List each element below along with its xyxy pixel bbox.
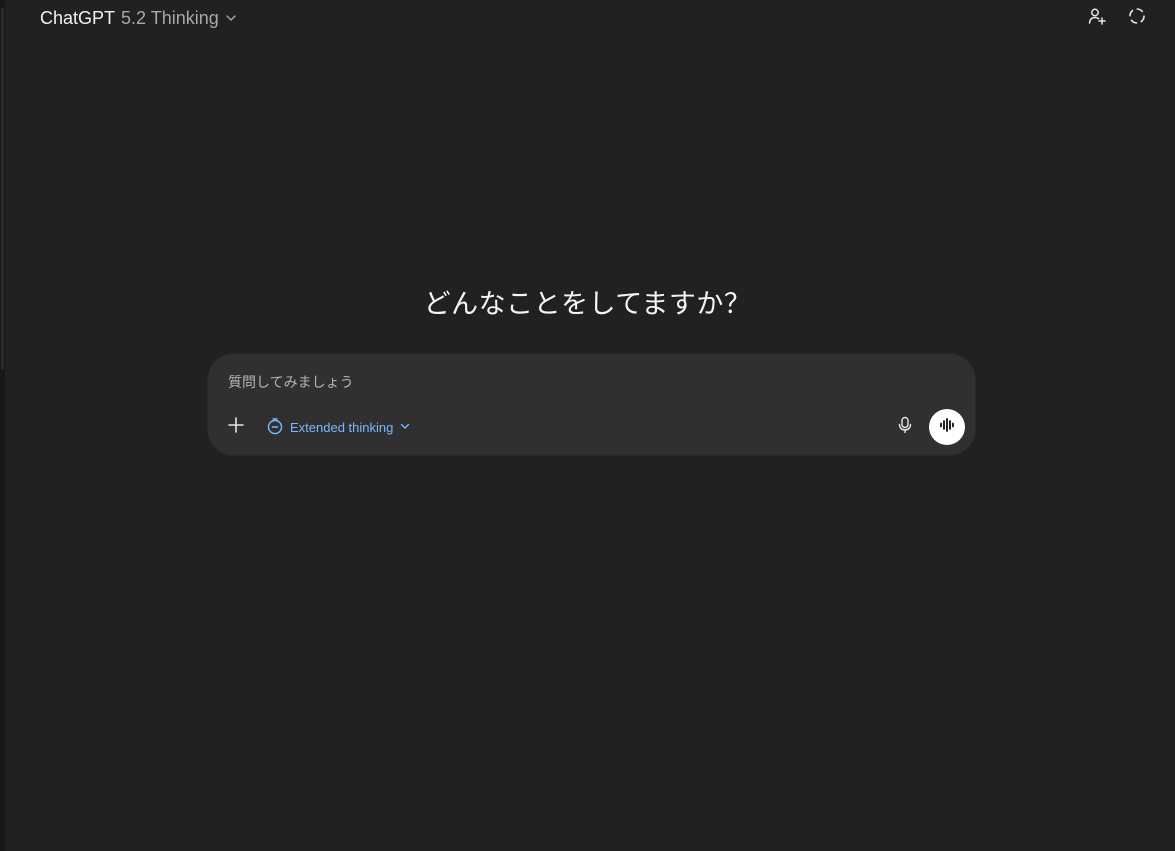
- voice-mode-button[interactable]: [929, 409, 965, 445]
- plus-icon: [227, 416, 245, 439]
- temporary-chat-button[interactable]: [1123, 4, 1151, 32]
- extended-thinking-label: Extended thinking: [290, 419, 394, 435]
- temporary-chat-icon: [1127, 6, 1147, 31]
- model-switcher-button[interactable]: ChatGPT 5.2 Thinking: [34, 4, 243, 32]
- brand-label: ChatGPT: [40, 7, 116, 28]
- add-people-icon: [1087, 6, 1107, 31]
- composer: Extended thinking: [208, 354, 975, 455]
- chevron-down-icon: [225, 12, 237, 24]
- dictate-button[interactable]: [889, 411, 921, 443]
- voice-waveform-icon: [938, 416, 956, 439]
- extended-thinking-selector[interactable]: Extended thinking: [262, 412, 415, 442]
- top-header: ChatGPT 5.2 Thinking: [0, 0, 1175, 36]
- model-label: 5.2 Thinking: [121, 7, 219, 28]
- microphone-icon: [896, 416, 914, 439]
- add-attachment-button[interactable]: [220, 411, 252, 443]
- add-people-button[interactable]: [1083, 4, 1111, 32]
- chevron-down-icon: [399, 420, 411, 435]
- stopwatch-icon: [266, 417, 284, 438]
- greeting-heading: どんなことをしてますか？: [423, 289, 752, 319]
- prompt-input[interactable]: [228, 368, 928, 396]
- chatgpt-app: ChatGPT 5.2 Thinking どんなことをしてますか？ 質問してみま…: [0, 0, 1175, 851]
- composer-toolbar: Extended thinking: [220, 409, 965, 445]
- sidebar-edge: [0, 0, 5, 851]
- header-actions: [1083, 4, 1151, 32]
